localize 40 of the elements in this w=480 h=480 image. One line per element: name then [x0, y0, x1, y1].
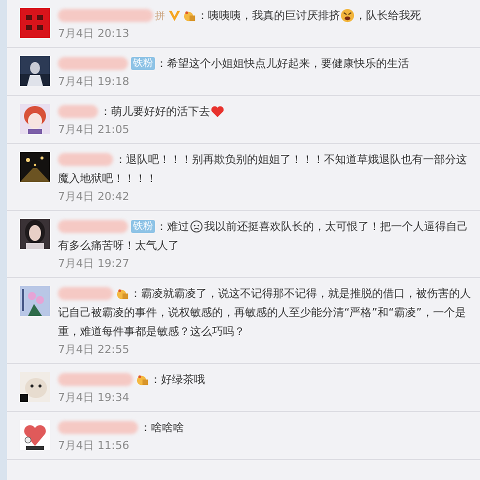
blurred-username[interactable]: [58, 220, 128, 233]
comment-text: 魔入地狱吧！！！！: [58, 171, 157, 186]
comment-text: ：难过: [156, 219, 189, 234]
comment-date: 7月4日 19:27: [58, 256, 130, 272]
sad-face-icon: [190, 220, 203, 233]
comment-text: 重，难道每件事都是敏感？这么巧吗？: [58, 324, 245, 339]
comment-text: ：好绿茶哦: [150, 372, 205, 387]
medal-icon: [183, 9, 196, 22]
blurred-username[interactable]: [58, 421, 138, 434]
comment-text: ：退队吧！！！别再欺负别的姐姐了！！！不知道草娥退队也有一部分这: [115, 152, 467, 167]
comment-text: ：萌儿要好好的活下去: [100, 104, 210, 119]
comment-text: 我以前还挺喜欢队长的，太可恨了！把一个人逼得自己: [204, 219, 468, 234]
blurred-username[interactable]: [58, 373, 133, 386]
comment-date: 7月4日 21:05: [58, 122, 130, 138]
heart-icon: [210, 104, 225, 119]
blurred-username[interactable]: [58, 153, 113, 166]
blurred-username[interactable]: [58, 57, 128, 70]
comment-text: 记自己被霸凌的事件，说权敏感的，再敏感的人至少能分清“严格”和“霸凌”，一个是: [58, 305, 466, 320]
comment-date: 7月4日 20:42: [58, 189, 130, 205]
comment-text: ：啥啥啥: [140, 420, 184, 435]
comment-text: ，队长给我死: [355, 8, 421, 23]
angry-emoji-icon: [340, 8, 355, 23]
comment-date: 7月4日 22:55: [58, 342, 130, 358]
comment-text: ：咦咦咦，我真的巨讨厌排挤: [197, 8, 340, 23]
blurred-username[interactable]: [58, 9, 153, 22]
medal-icon: [116, 287, 129, 300]
blurred-username[interactable]: [58, 105, 98, 118]
medal-icon: [136, 373, 149, 386]
fan-badge: 铁粉: [131, 57, 155, 70]
username-text: 拼: [155, 10, 165, 22]
fan-badge: 铁粉: [131, 220, 155, 233]
comment-text: ：霸凌就霸凌了，说这不记得那不记得，就是推脱的借口，被伤害的人: [130, 286, 471, 301]
comment-date: 7月4日 19:18: [58, 74, 130, 90]
verified-icon: [168, 9, 181, 22]
comment-date: 7月4日 19:34: [58, 390, 130, 406]
comment-text: 有多么痛苦呀！太气人了: [58, 238, 179, 253]
comment-text: ：希望这个小姐姐快点儿好起来，要健康快乐的生活: [156, 56, 409, 71]
comment-date: 7月4日 11:56: [58, 438, 130, 454]
blurred-username[interactable]: [58, 287, 113, 300]
comment-date: 7月4日 20:13: [58, 26, 130, 42]
